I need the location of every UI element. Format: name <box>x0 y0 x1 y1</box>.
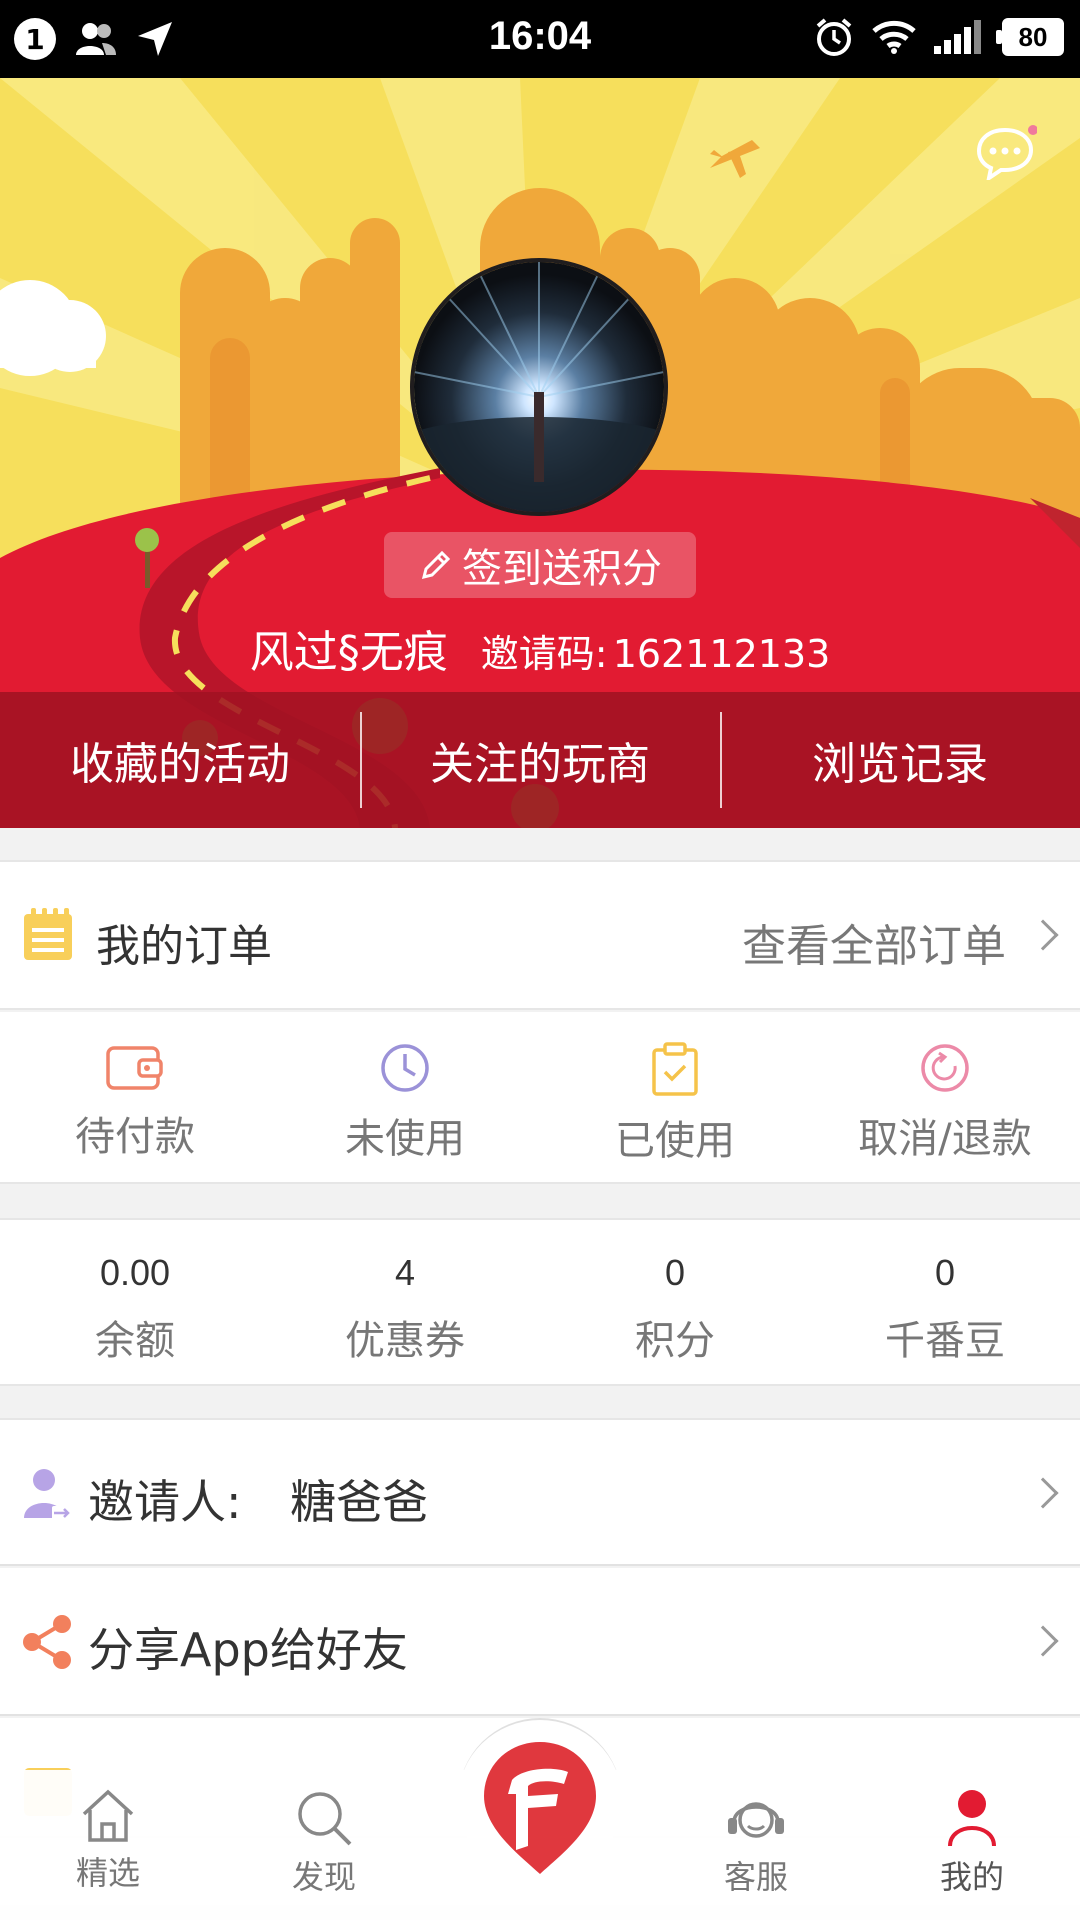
avatar-image <box>414 262 664 512</box>
person-icon <box>948 1790 996 1847</box>
clock-icon <box>381 1044 429 1092</box>
nav-item-customer-service[interactable]: 客服 <box>648 1770 864 1920</box>
inviter-name: 糖爸爸 <box>290 1475 429 1529</box>
order-status-unused[interactable]: 未使用 <box>270 1012 540 1182</box>
tab-favorite-activities[interactable]: 收藏的活动 <box>0 692 360 828</box>
order-status-label: 未使用 <box>345 1116 465 1162</box>
asset-label: 优惠券 <box>345 1318 465 1364</box>
chevron-right-icon <box>1027 1477 1059 1509</box>
chevron-right-icon <box>1027 919 1059 951</box>
asset-points[interactable]: 0 积分 <box>540 1220 810 1384</box>
asset-coupons[interactable]: 4 优惠券 <box>270 1220 540 1384</box>
username: 风过§无痕 <box>249 627 448 678</box>
inviter-row[interactable]: 邀请人: 糖爸爸 <box>0 1418 1080 1566</box>
refund-icon <box>921 1044 969 1092</box>
clipboard-check-icon <box>652 1042 698 1096</box>
avatar[interactable] <box>410 258 668 516</box>
order-notepad-icon <box>24 908 72 960</box>
profile-header: 签到送积分 风过§无痕 邀请码: 162112133 收藏的活动 关注的玩商 浏… <box>0 78 1080 828</box>
invite-code-value: 162112133 <box>612 632 831 676</box>
inviter-label: 邀请人: <box>88 1475 242 1529</box>
tab-followed-merchants[interactable]: 关注的玩商 <box>360 692 720 828</box>
asset-label: 余额 <box>95 1318 175 1364</box>
my-orders-row[interactable]: 我的订单 查看全部订单 <box>0 860 1080 1010</box>
battery-indicator: 80 <box>996 18 1064 56</box>
asset-value: 0 <box>664 1252 686 1293</box>
wifi-icon <box>872 20 916 54</box>
signal-icon <box>934 20 981 54</box>
order-status-used[interactable]: 已使用 <box>540 1012 810 1182</box>
order-status-refund[interactable]: 取消/退款 <box>810 1012 1080 1182</box>
asset-label: 积分 <box>635 1318 715 1364</box>
search-icon <box>298 1792 352 1846</box>
brand-logo-icon[interactable] <box>478 1738 602 1878</box>
nav-label: 发现 <box>291 1858 356 1896</box>
order-status-label: 待付款 <box>75 1114 195 1160</box>
share-app-row[interactable]: 分享App给好友 <box>0 1568 1080 1716</box>
user-info-row: 风过§无痕 邀请码: 162112133 <box>0 616 1080 680</box>
asset-label: 千番豆 <box>885 1318 1005 1364</box>
headset-icon <box>728 1802 784 1838</box>
assets-row: 0.00 余额 4 优惠券 0 积分 0 千番豆 <box>0 1218 1080 1386</box>
order-status-row: 待付款 未使用 已使用 取消/退款 <box>0 1012 1080 1184</box>
invite-code-label: 邀请码: <box>480 632 608 676</box>
nav-item-featured[interactable]: 精选 <box>0 1770 216 1920</box>
asset-value: 0 <box>934 1252 956 1293</box>
home-icon <box>82 1789 134 1842</box>
signin-button[interactable]: 签到送积分 <box>384 532 696 598</box>
nav-label: 精选 <box>75 1854 140 1892</box>
view-all-orders-link[interactable]: 查看全部订单 <box>742 910 1006 974</box>
profile-tabs: 收藏的活动 关注的玩商 浏览记录 <box>0 692 1080 828</box>
order-status-label: 已使用 <box>615 1118 735 1164</box>
message-button[interactable] <box>975 124 1037 180</box>
alarm-icon <box>816 18 852 56</box>
nav-item-mine[interactable]: 我的 <box>864 1770 1080 1920</box>
my-orders-title: 我的订单 <box>96 921 272 972</box>
asset-value: 4 <box>394 1252 416 1293</box>
share-icon <box>23 1615 71 1669</box>
status-bar: 1 16:04 80 <box>0 0 1080 78</box>
nav-item-discover[interactable]: 发现 <box>216 1770 432 1920</box>
nav-label: 客服 <box>723 1858 788 1896</box>
pencil-icon <box>421 550 451 580</box>
order-status-label: 取消/退款 <box>858 1116 1032 1162</box>
asset-balance[interactable]: 0.00 余额 <box>0 1220 270 1384</box>
signin-label: 签到送积分 <box>462 546 662 592</box>
asset-beans[interactable]: 0 千番豆 <box>810 1220 1080 1384</box>
asset-value: 0.00 <box>99 1252 171 1293</box>
inviter-person-icon <box>24 1469 70 1520</box>
tab-browsing-history[interactable]: 浏览记录 <box>720 692 1080 828</box>
share-app-label: 分享App给好友 <box>88 1623 408 1677</box>
order-status-pending-payment[interactable]: 待付款 <box>0 1012 270 1182</box>
inviter-text: 邀请人: 糖爸爸 <box>88 1466 428 1532</box>
nav-label: 我的 <box>939 1858 1004 1896</box>
wallet-icon <box>106 1046 163 1090</box>
status-bar-right: 80 <box>814 16 1064 58</box>
chevron-right-icon <box>1027 1625 1059 1657</box>
